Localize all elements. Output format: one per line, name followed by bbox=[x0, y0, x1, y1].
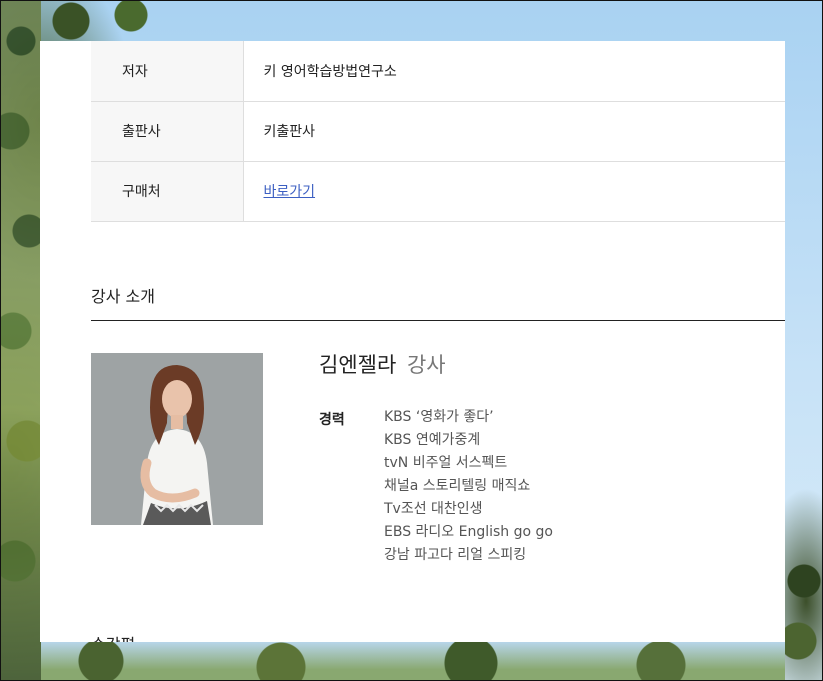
book-info-table: 저자 키 영어학습방법연구소 출판사 키출판사 구매처 바로가기 bbox=[91, 41, 785, 222]
purchase-label: 구매처 bbox=[91, 161, 244, 222]
instructor-role: 강사 bbox=[406, 353, 446, 377]
publisher-label: 출판사 bbox=[91, 101, 244, 162]
publisher-value: 키출판사 bbox=[243, 101, 785, 162]
table-row: 저자 키 영어학습방법연구소 bbox=[91, 41, 785, 102]
author-value: 키 영어학습방법연구소 bbox=[243, 41, 785, 102]
list-item: EBS 라디오 English go go bbox=[384, 524, 553, 540]
purchase-cell: 바로가기 bbox=[243, 161, 785, 222]
background-trees-top bbox=[41, 1, 161, 41]
table-row: 구매처 바로가기 bbox=[91, 161, 785, 222]
background-trees-bottom bbox=[41, 641, 785, 680]
career-list: KBS ‘영화가 좋다’ KBS 연예가중계 tvN 비주얼 서스펙트 채널a … bbox=[384, 406, 553, 567]
list-item: Tv조선 대찬인생 bbox=[384, 501, 483, 517]
career-label: 경력 bbox=[319, 412, 345, 428]
background-trees-right bbox=[784, 521, 822, 680]
instructor-photo-image bbox=[91, 353, 263, 525]
list-item: 채널a 스토리텔링 매직쇼 bbox=[384, 478, 531, 494]
instructor-name-line: 김엔젤라 강사 bbox=[319, 349, 446, 379]
author-label: 저자 bbox=[91, 41, 244, 102]
table-row: 출판사 키출판사 bbox=[91, 101, 785, 162]
instructor-photo bbox=[91, 353, 263, 525]
instructor-section-title: 강사 소개 bbox=[91, 287, 155, 306]
list-item: KBS ‘영화가 좋다’ bbox=[384, 409, 494, 425]
background-trees-left bbox=[1, 1, 41, 680]
browser-viewport: 저자 키 영어학습방법연구소 출판사 키출판사 구매처 바로가기 강사 소개 김… bbox=[0, 0, 823, 681]
reviews-section-title: 수강평 bbox=[91, 631, 135, 642]
purchase-link[interactable]: 바로가기 bbox=[264, 184, 316, 200]
content-panel: 저자 키 영어학습방법연구소 출판사 키출판사 구매처 바로가기 강사 소개 김… bbox=[40, 41, 785, 642]
list-item: KBS 연예가중계 bbox=[384, 432, 481, 448]
instructor-name: 김엔젤라 bbox=[319, 353, 397, 377]
section-divider bbox=[91, 320, 785, 321]
list-item: 강남 파고다 리얼 스피킹 bbox=[384, 547, 527, 563]
list-item: tvN 비주얼 서스펙트 bbox=[384, 455, 508, 471]
